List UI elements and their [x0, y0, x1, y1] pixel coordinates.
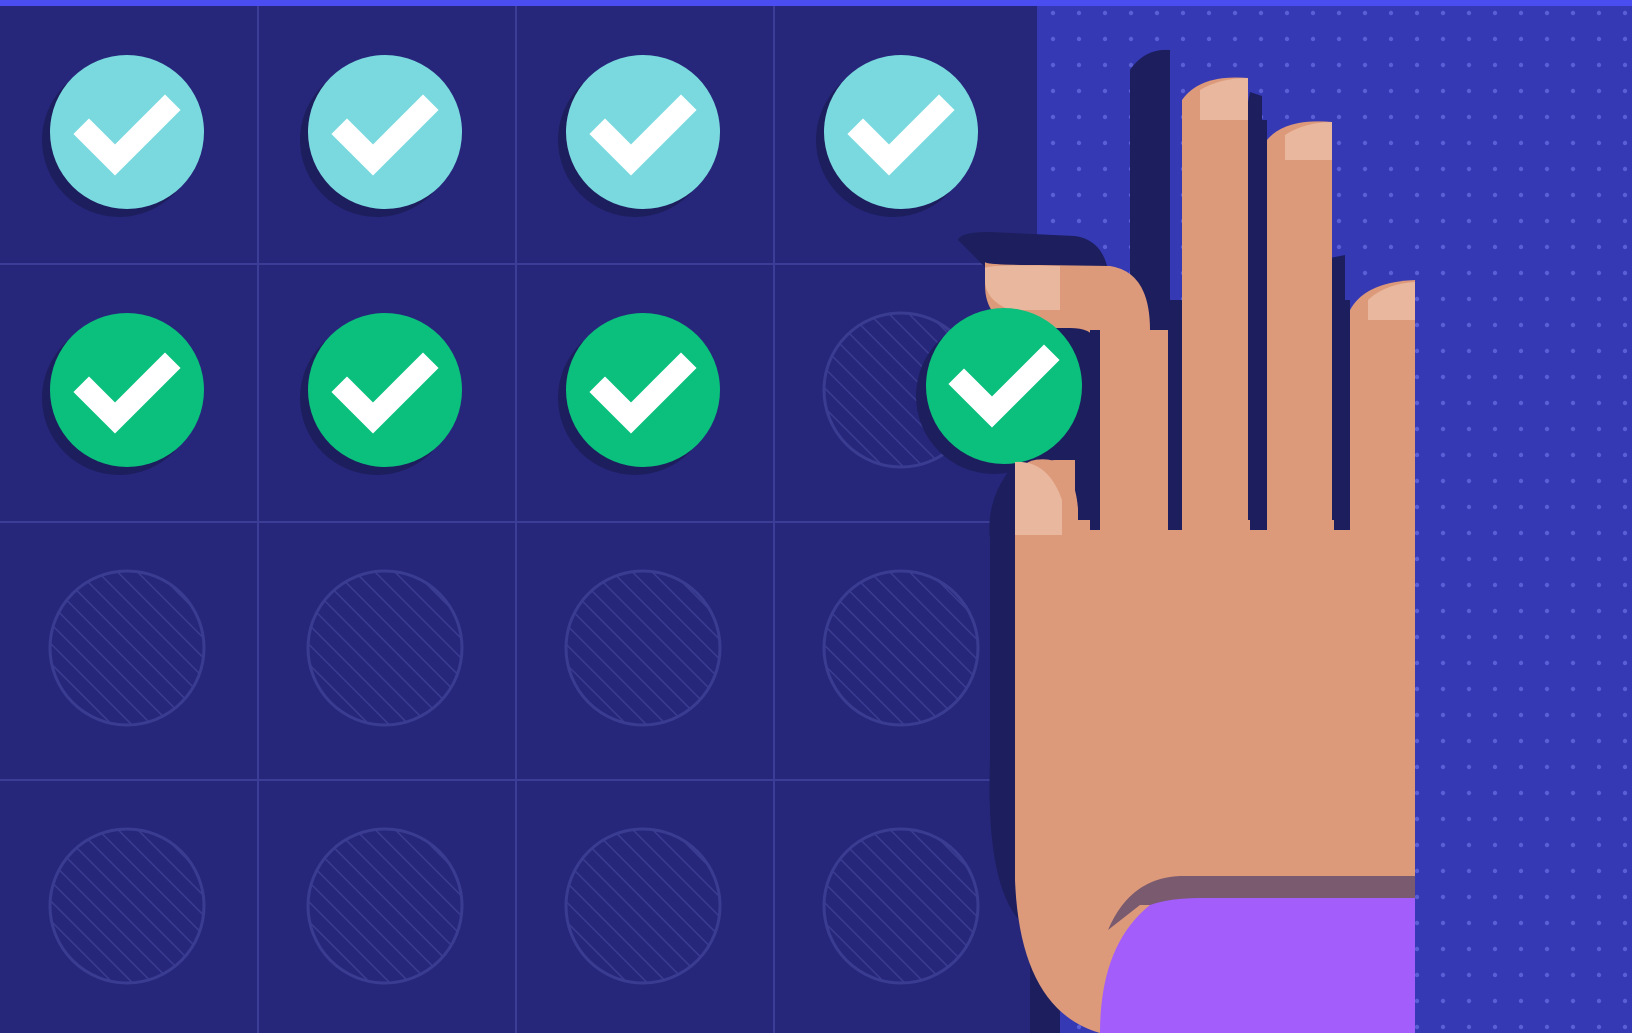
- illustration: [0, 6, 1632, 1033]
- empty-slot-icon: [306, 569, 464, 727]
- empty-slot[interactable]: [564, 827, 722, 985]
- sleeve: [1100, 898, 1415, 1033]
- empty-slot[interactable]: [48, 569, 206, 727]
- empty-slot-icon: [564, 569, 722, 727]
- check-circle: [566, 313, 720, 467]
- check-circle: [308, 55, 462, 209]
- empty-slot[interactable]: [48, 827, 206, 985]
- check-circle: [308, 313, 462, 467]
- empty-slot-icon: [48, 827, 206, 985]
- empty-slot[interactable]: [306, 827, 464, 985]
- empty-slot[interactable]: [564, 569, 722, 727]
- check-circle: [824, 55, 978, 209]
- empty-slot[interactable]: [822, 827, 980, 985]
- empty-slot-icon: [822, 827, 980, 985]
- empty-slot[interactable]: [306, 569, 464, 727]
- empty-slot-icon: [822, 569, 980, 727]
- check-circle: [566, 55, 720, 209]
- check-circle: [50, 313, 204, 467]
- check-circle: [50, 55, 204, 209]
- empty-slot-icon: [564, 827, 722, 985]
- empty-slot[interactable]: [822, 569, 980, 727]
- empty-slot-icon: [48, 569, 206, 727]
- empty-slot-icon: [306, 827, 464, 985]
